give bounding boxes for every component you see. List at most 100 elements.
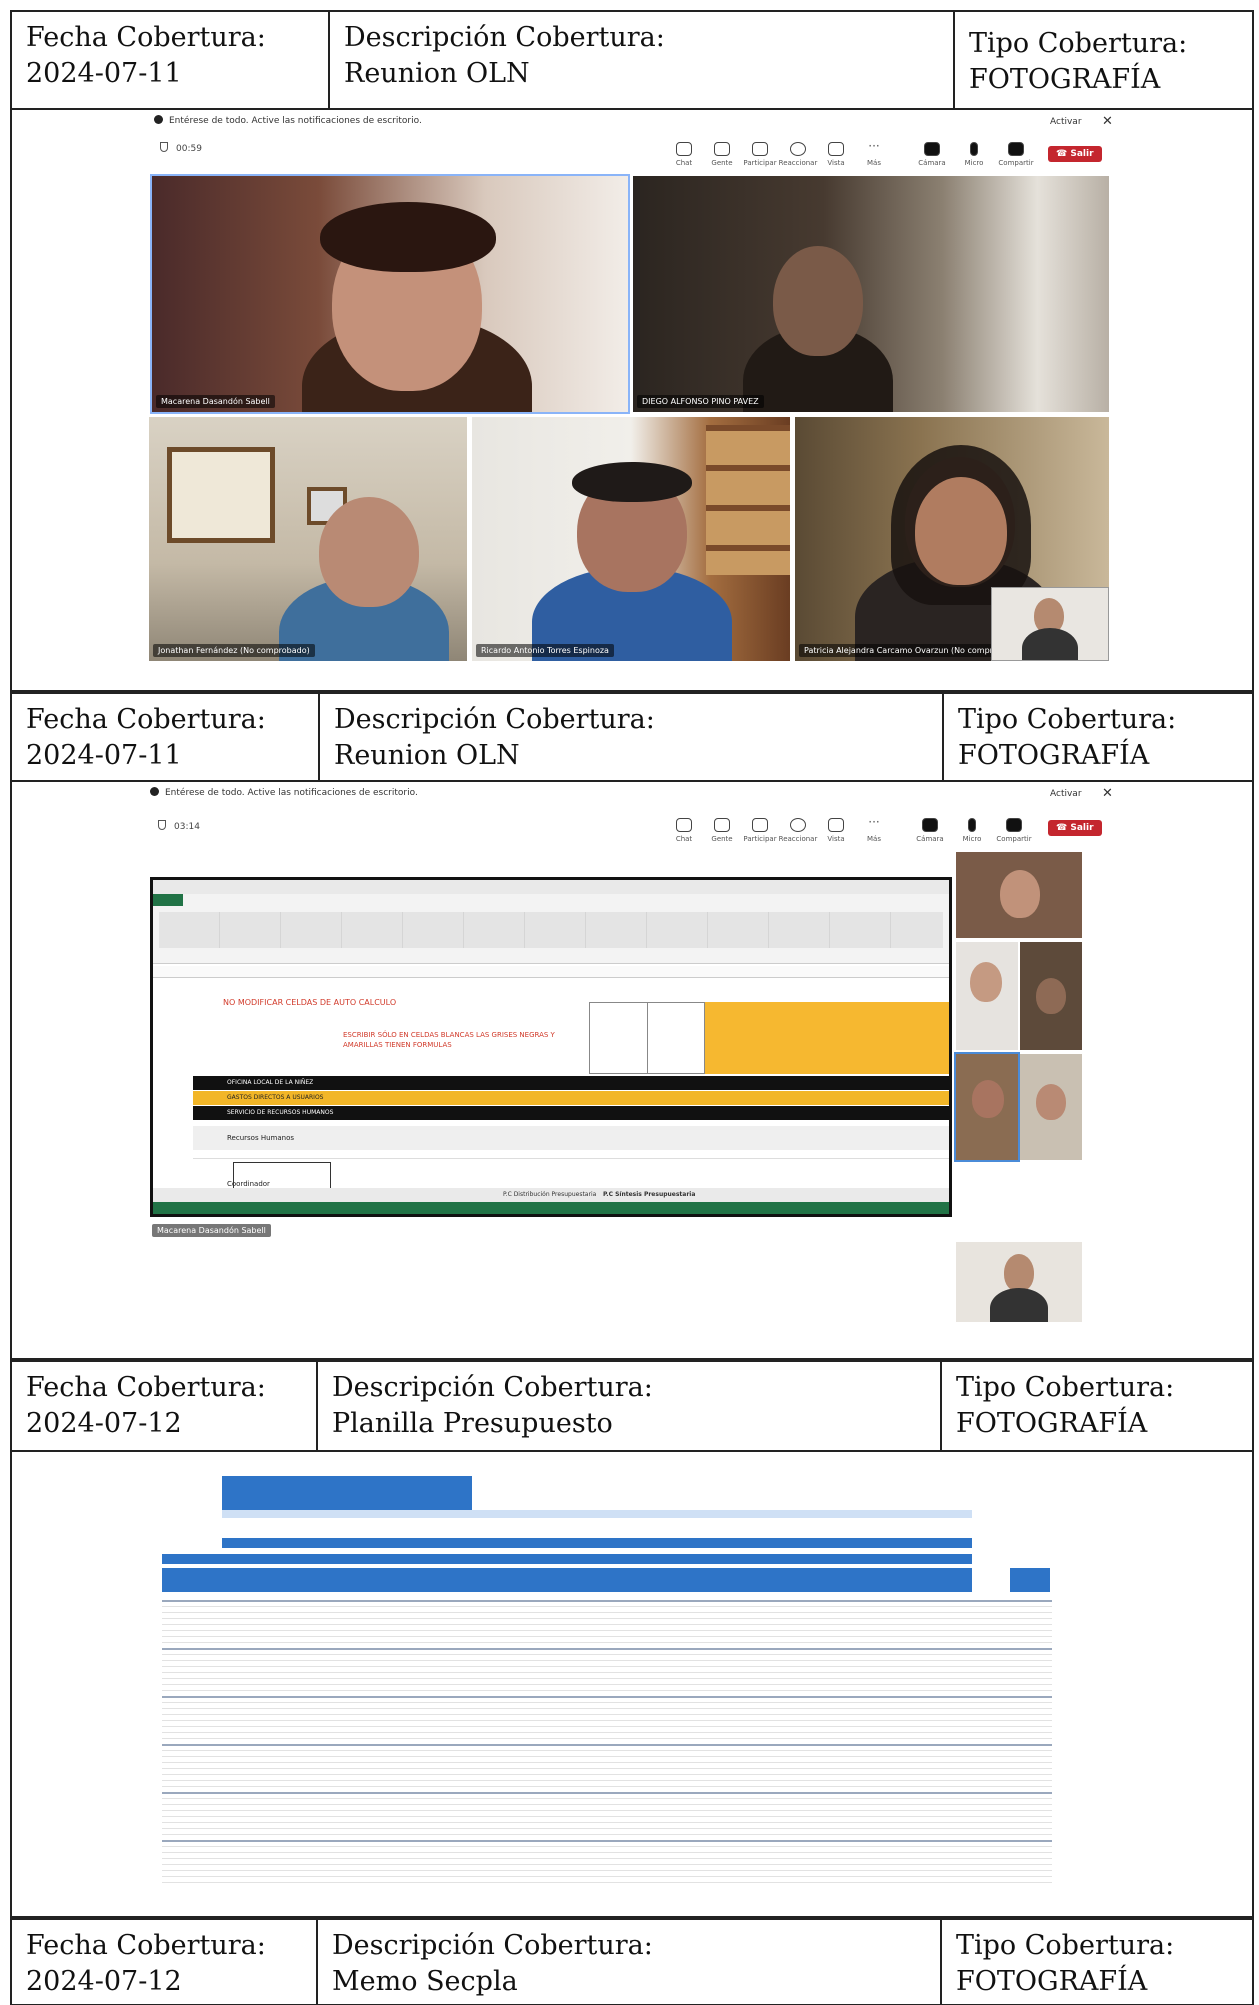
sheet-row-line: [162, 1660, 1052, 1661]
sheet-tab-distribucion[interactable]: P.C Distribución Presupuestaria: [503, 1191, 596, 1198]
row-rrhh: Recursos Humanos: [193, 1126, 949, 1150]
self-view-tile[interactable]: [991, 587, 1109, 661]
thumb-participant-1[interactable]: [956, 852, 1082, 938]
sheet-row-line: [162, 1744, 1052, 1746]
activar-link[interactable]: Activar: [1050, 117, 1082, 127]
sheet-row-line: [162, 1798, 1052, 1799]
no-modificar-notice: NO MODIFICAR CELDAS DE AUTO CALCULO: [223, 998, 397, 1007]
hand-icon: [752, 818, 768, 832]
fecha-cell: Fecha Cobertura: 2024-07-12: [12, 1362, 318, 1450]
thumb-participant-3[interactable]: [1020, 942, 1082, 1050]
people-button[interactable]: Gente: [702, 818, 742, 843]
video-tile-2[interactable]: DIEGO ALFONSO PINO PAVEZ: [633, 176, 1109, 412]
person-hair: [572, 462, 692, 502]
video-tile-4[interactable]: Ricardo Antonio Torres Espinoza: [472, 417, 790, 661]
mic-icon: [970, 142, 978, 156]
person-body: [990, 1288, 1048, 1322]
sheet-row-line: [162, 1858, 1052, 1859]
fecha-label: Fecha Cobertura:: [26, 1372, 266, 1403]
close-icon[interactable]: ✕: [1102, 786, 1113, 801]
tipo-label: Tipo Cobertura:: [956, 1930, 1175, 1961]
descripcion-cell: Descripción Cobertura: Reunion OLN: [330, 12, 955, 108]
activar-link[interactable]: Activar: [1050, 789, 1082, 799]
people-icon: [714, 818, 730, 832]
shared-spreadsheet[interactable]: NO MODIFICAR CELDAS DE AUTO CALCULO ESCR…: [150, 877, 952, 1217]
sheet-row-line: [162, 1684, 1052, 1685]
participant-name-2: DIEGO ALFONSO PINO PAVEZ: [637, 395, 764, 408]
thumb-participant-4[interactable]: [954, 1052, 1020, 1162]
react-button[interactable]: Reaccionar: [778, 142, 818, 167]
thumb-participant-2[interactable]: [956, 942, 1018, 1050]
sheet-row-line: [162, 1618, 1052, 1619]
thumb-participant-5[interactable]: [1020, 1054, 1082, 1160]
participant-name-4: Ricardo Antonio Torres Espinoza: [476, 644, 614, 657]
smile-icon: [790, 142, 806, 156]
phone-icon: ☎: [1056, 149, 1071, 159]
camera-button[interactable]: Cámara: [912, 142, 952, 167]
sheet-row-line: [162, 1762, 1052, 1763]
formula-bar[interactable]: [153, 966, 949, 978]
row-gastos: GASTOS DIRECTOS A USUARIOS: [193, 1091, 949, 1105]
mic-button[interactable]: Micro: [954, 142, 994, 167]
fecha-cell: Fecha Cobertura: 2024-07-12: [12, 1920, 318, 2004]
fecha-value: 2024-07-12: [26, 1408, 182, 1439]
video-tile-1[interactable]: Macarena Dasandón Sabell: [150, 174, 630, 414]
video-tile-3[interactable]: Jonathan Fernández (No comprobado): [149, 417, 467, 661]
framed-certificate: [167, 447, 275, 543]
video-tile-5[interactable]: Patricia Alejandra Carcamo Ovarzun (No c…: [795, 417, 1109, 661]
sheet-row-line: [162, 1774, 1052, 1775]
grand-total-column: [1010, 1568, 1050, 1592]
more-button[interactable]: ··· Más: [854, 816, 894, 843]
more-button[interactable]: ··· Más: [854, 140, 894, 167]
excel-titlebar: [153, 880, 949, 894]
sheet-row-line: [162, 1708, 1052, 1709]
leave-button[interactable]: ☎ Salir: [1048, 146, 1102, 162]
people-button[interactable]: Gente: [702, 142, 742, 167]
close-icon[interactable]: ✕: [1102, 114, 1113, 129]
sheet-row-line: [162, 1792, 1052, 1794]
raise-hand-button[interactable]: Participar: [740, 818, 780, 843]
file-tab[interactable]: [153, 894, 183, 906]
budget-spreadsheet[interactable]: [152, 1458, 1052, 1898]
person-head: [1036, 978, 1066, 1014]
chat-button[interactable]: Chat: [664, 142, 704, 167]
sheet-row-line: [162, 1690, 1052, 1691]
smile-icon: [790, 818, 806, 832]
mic-button[interactable]: Micro: [952, 818, 992, 843]
shield-icon: [158, 820, 166, 830]
fecha-cell: Fecha Cobertura: 2024-07-11: [12, 12, 330, 108]
share-button[interactable]: Compartir: [994, 818, 1034, 843]
grid-icon: [828, 818, 844, 832]
leave-button[interactable]: ☎ Salir: [1048, 820, 1102, 836]
sheet-row-line: [162, 1846, 1052, 1847]
coverage-header-3: Fecha Cobertura: 2024-07-12 Descripción …: [10, 1360, 1254, 1452]
person-head: [970, 962, 1002, 1002]
notification-banner: Entérese de todo. Active las notificacio…: [154, 115, 422, 126]
react-button[interactable]: Reaccionar: [778, 818, 818, 843]
raise-hand-button[interactable]: Participar: [740, 142, 780, 167]
info-header-columns: [589, 1002, 705, 1074]
share-button[interactable]: Compartir: [996, 142, 1036, 167]
presenter-label: Macarena Dasandón Sabell: [152, 1224, 271, 1237]
sheet-row-line: [162, 1600, 1052, 1602]
sheet-row-line: [162, 1612, 1052, 1613]
tipo-cell: Tipo Cobertura: FOTOGRAFÍA: [944, 694, 1252, 780]
share-icon: [1008, 142, 1024, 156]
chat-icon: [676, 818, 692, 832]
shield-icon: [160, 142, 168, 152]
sheet-row-line: [162, 1738, 1052, 1739]
view-button[interactable]: Vista: [816, 818, 856, 843]
summary-header-block: [222, 1476, 472, 1510]
participant-name-1: Macarena Dasandón Sabell: [156, 395, 275, 408]
tipo-value: FOTOGRAFÍA: [958, 740, 1150, 771]
sheet-row-line: [162, 1870, 1052, 1871]
descripcion-cell: Descripción Cobertura: Memo Secpla: [318, 1920, 942, 2004]
sheet-tab-sintesis[interactable]: P.C Síntesis Presupuestaria: [603, 1191, 695, 1198]
thumb-self-view[interactable]: [956, 1242, 1082, 1322]
chat-button[interactable]: Chat: [664, 818, 704, 843]
sheet-row-line: [162, 1756, 1052, 1757]
view-button[interactable]: Vista: [816, 142, 856, 167]
camera-button[interactable]: Cámara: [910, 818, 950, 843]
yellow-header-band: [705, 1002, 949, 1074]
sheet-row-line: [162, 1732, 1052, 1733]
